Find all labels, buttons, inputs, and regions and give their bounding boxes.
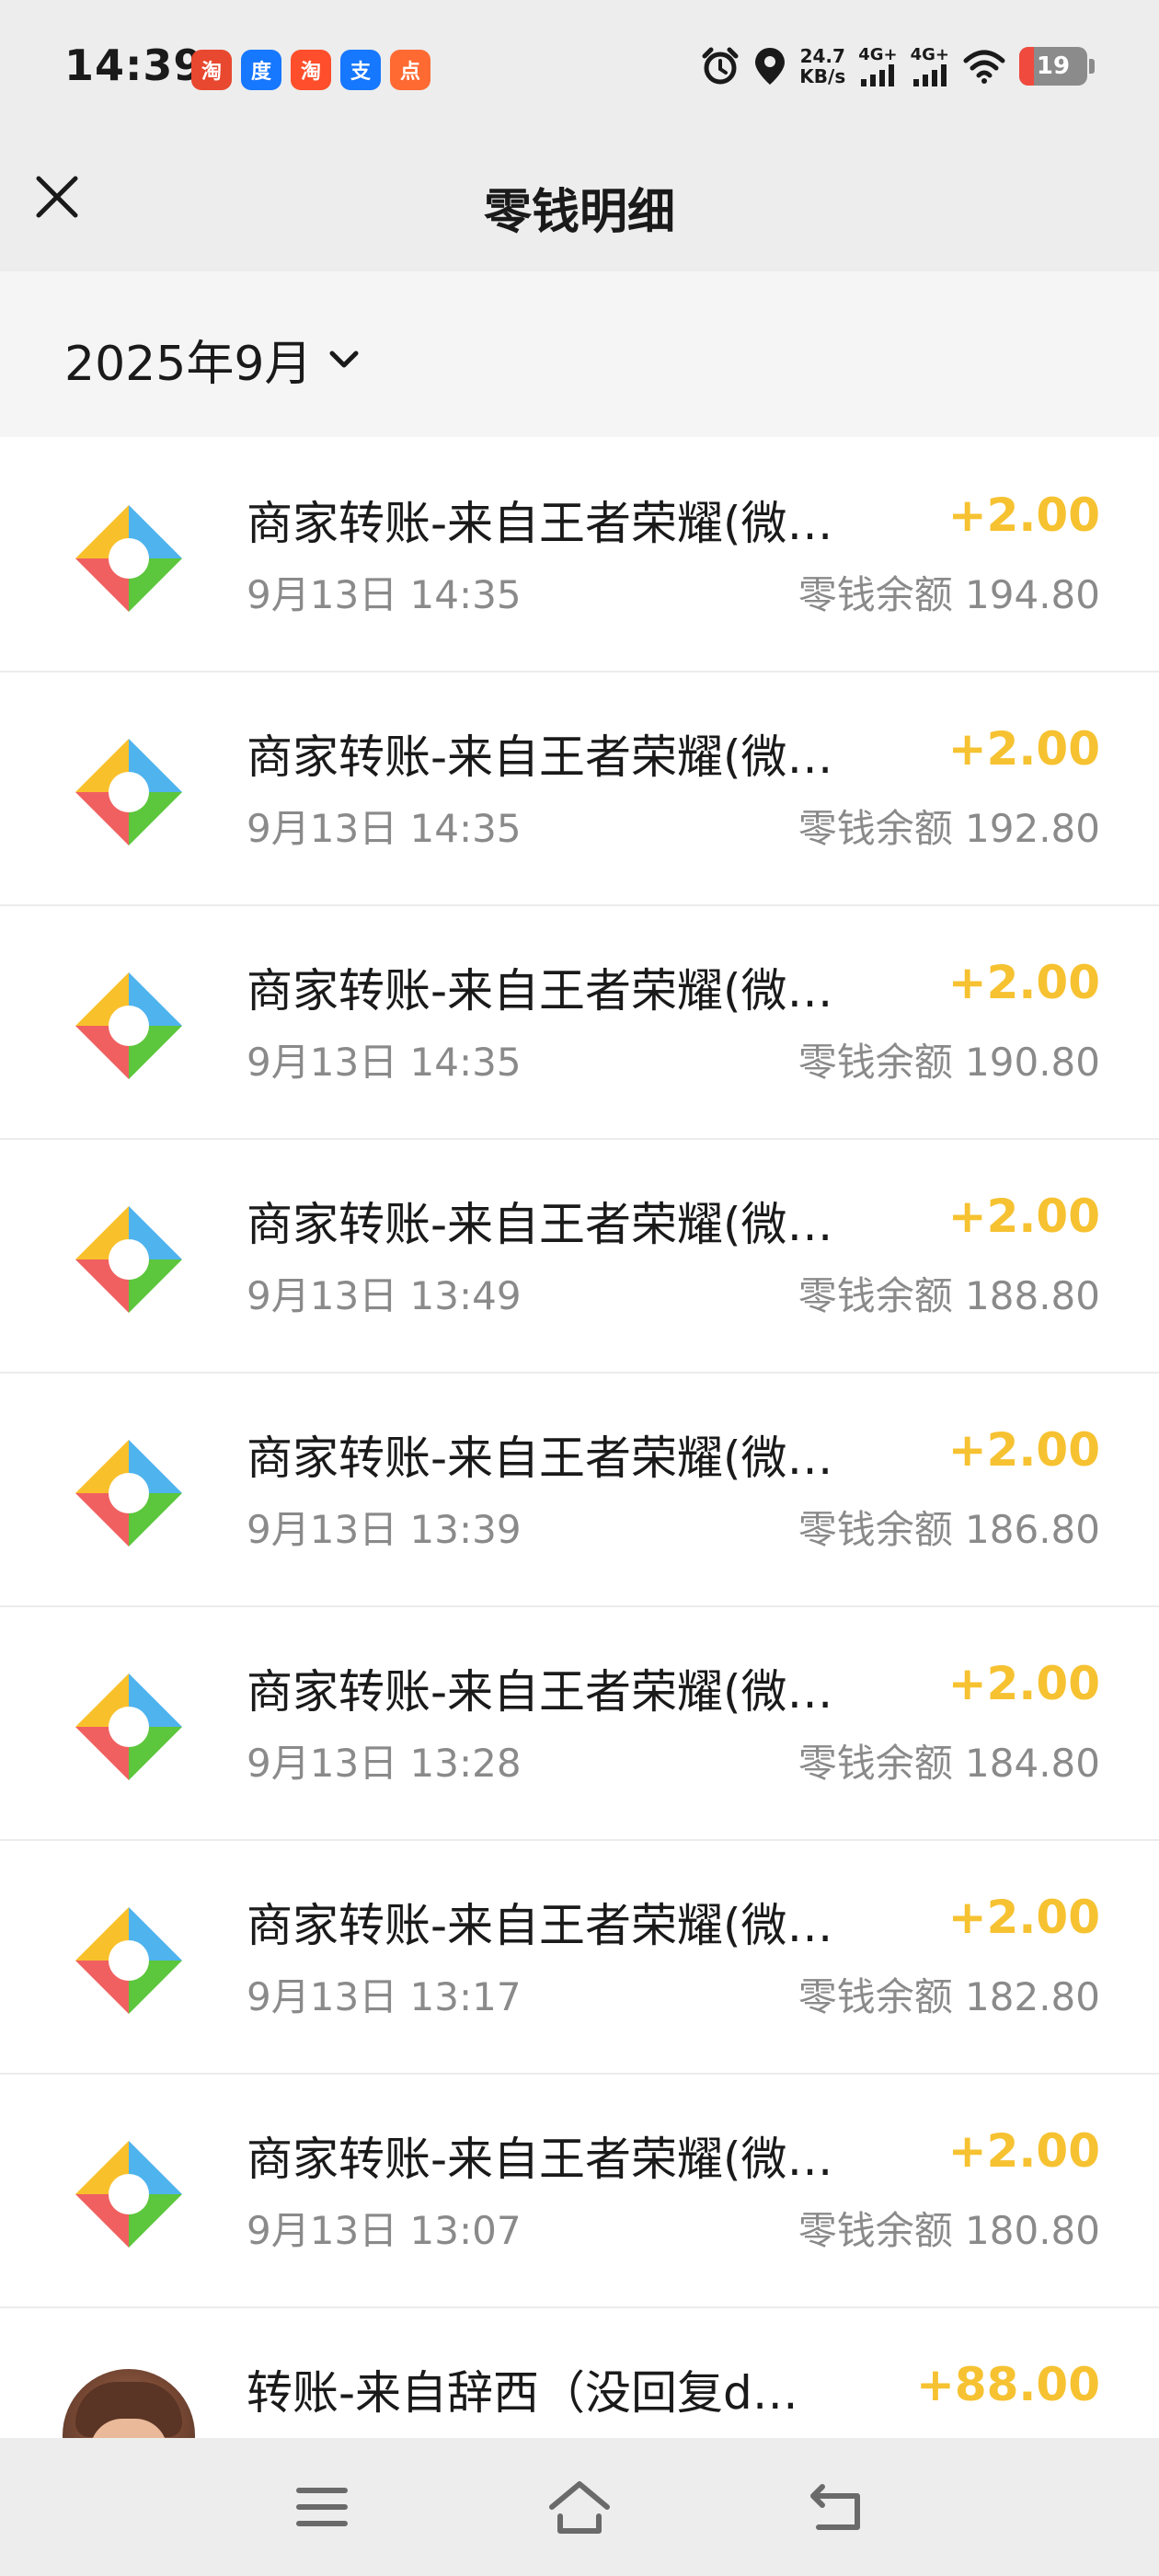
taobao-icon: 淘: [291, 50, 331, 90]
transaction-amount: +2.00: [947, 722, 1100, 776]
merchant-logo-icon: [75, 1206, 182, 1313]
transaction-row[interactable]: 商家转账-来自王者荣耀(微… 9月13日 14:35 +2.00 零钱余额 19…: [0, 437, 1159, 671]
merchant-logo-icon: [75, 739, 182, 845]
transaction-date: 9月13日 14:35: [247, 572, 522, 617]
transaction-title: 商家转账-来自王者荣耀(微…: [247, 1665, 833, 1719]
battery-tip: [1089, 59, 1095, 74]
transaction-balance: 零钱余额 194.80: [798, 572, 1100, 617]
merchant-logo-icon: [75, 505, 182, 612]
transaction-title: 商家转账-来自王者荣耀(微…: [247, 2133, 833, 2186]
transaction-row[interactable]: 商家转账-来自王者荣耀(微… 9月13日 13:17 +2.00 零钱余额 18…: [0, 1839, 1159, 2073]
alarm-icon: [702, 47, 739, 85]
transaction-title: 商家转账-来自王者荣耀(微…: [247, 1899, 833, 1952]
transaction-title: 转账-来自辞西（没回复d…: [247, 2366, 798, 2420]
transaction-balance: 零钱余额 186.80: [798, 1507, 1100, 1552]
back-icon: [810, 2484, 860, 2530]
transaction-list: 商家转账-来自王者荣耀(微… 9月13日 14:35 +2.00 零钱余额 19…: [0, 437, 1159, 2438]
transaction-balance: 零钱余额 180.80: [798, 2208, 1100, 2253]
system-nav-bar: [0, 2438, 1159, 2576]
alipay-icon: 支: [340, 50, 381, 90]
transaction-amount: +2.00: [947, 956, 1100, 1009]
home-button[interactable]: [543, 2475, 616, 2539]
merchant-logo-icon: [75, 1673, 182, 1780]
transaction-amount: +2.00: [947, 1190, 1100, 1243]
transaction-date: 9月13日 13:07: [247, 2208, 522, 2253]
menu-icon: [296, 2488, 348, 2526]
transaction-amount: +2.00: [947, 489, 1100, 542]
header: 零钱明细: [0, 138, 1159, 271]
month-selector[interactable]: 2025年9月: [64, 325, 360, 394]
dianping-icon: 点: [390, 50, 430, 90]
battery-level: 19: [1036, 52, 1071, 80]
avatar: [63, 2369, 195, 2438]
chevron-down-icon: [329, 351, 359, 367]
status-indicators: 24.7 KB/s 4G+ 4G+ 19: [700, 46, 1095, 86]
transaction-date: 9月13日 13:17: [247, 1974, 522, 2019]
transaction-title: 商家转账-来自王者荣耀(微…: [247, 1198, 833, 1251]
sim2-label: 4G+: [910, 45, 949, 64]
transaction-balance: 零钱余额 184.80: [798, 1741, 1100, 1786]
transaction-title: 商家转账-来自王者荣耀(微…: [247, 964, 833, 1018]
net-speed-unit: KB/s: [799, 65, 846, 87]
transaction-date: 9月13日 13:49: [247, 1273, 522, 1318]
merchant-logo-icon: [75, 2141, 182, 2248]
transaction-amount: +88.00: [915, 2358, 1100, 2411]
baidu-icon: 度: [241, 50, 281, 90]
wifi-icon: [963, 50, 1005, 84]
status-time: 14:39: [64, 40, 204, 90]
transaction-row[interactable]: 商家转账-来自王者荣耀(微… 9月13日 13:28 +2.00 零钱余额 18…: [0, 1605, 1159, 1839]
signal-icon: [861, 64, 895, 86]
taowaimai-icon: 淘: [191, 50, 232, 90]
transaction-row[interactable]: 商家转账-来自王者荣耀(微… 9月13日 14:35 +2.00 零钱余额 19…: [0, 671, 1159, 904]
transaction-row[interactable]: 转账-来自辞西（没回复d… +88.00: [0, 2306, 1159, 2438]
transaction-balance: 零钱余额 190.80: [798, 1040, 1100, 1085]
transaction-row[interactable]: 商家转账-来自王者荣耀(微… 9月13日 13:49 +2.00 零钱余额 18…: [0, 1138, 1159, 1372]
transaction-row[interactable]: 商家转账-来自王者荣耀(微… 9月13日 13:39 +2.00 零钱余额 18…: [0, 1372, 1159, 1605]
transaction-title: 商家转账-来自王者荣耀(微…: [247, 730, 833, 784]
transaction-date: 9月13日 14:35: [247, 1040, 522, 1085]
merchant-logo-icon: [75, 1907, 182, 2014]
status-bar: 14:39 淘 度 淘 支 点 24.7 KB/s 4G+ 4G+ 19: [0, 0, 1159, 138]
menu-button[interactable]: [285, 2475, 359, 2539]
merchant-logo-icon: [75, 1440, 182, 1547]
transaction-date: 9月13日 13:28: [247, 1741, 522, 1786]
merchant-logo-icon: [75, 972, 182, 1079]
transaction-date: 9月13日 13:39: [247, 1507, 522, 1552]
sim1-label: 4G+: [858, 45, 898, 64]
transaction-title: 商家转账-来自王者荣耀(微…: [247, 1432, 833, 1485]
transaction-row[interactable]: 商家转账-来自王者荣耀(微… 9月13日 13:07 +2.00 零钱余额 18…: [0, 2073, 1159, 2306]
transaction-amount: +2.00: [947, 2124, 1100, 2178]
location-icon: [755, 48, 786, 85]
back-button[interactable]: [800, 2475, 874, 2539]
net-speed: 24.7 KB/s: [799, 46, 845, 86]
transaction-title: 商家转账-来自王者荣耀(微…: [247, 497, 833, 550]
transaction-amount: +2.00: [947, 1657, 1100, 1710]
transaction-date: 9月13日 14:35: [247, 806, 522, 851]
transaction-balance: 零钱余额 182.80: [798, 1974, 1100, 2019]
status-app-icons: 淘 度 淘 支 点: [191, 50, 430, 90]
transaction-row[interactable]: 商家转账-来自王者荣耀(微… 9月13日 14:35 +2.00 零钱余额 19…: [0, 904, 1159, 1138]
battery-icon: 19: [1019, 47, 1087, 86]
transaction-balance: 零钱余额 192.80: [798, 806, 1100, 851]
month-label: 2025年9月: [64, 337, 313, 392]
page-title: 零钱明细: [483, 185, 675, 240]
signal-icon: [912, 64, 947, 86]
net-speed-value: 24.7: [799, 45, 845, 67]
transaction-amount: +2.00: [947, 1891, 1100, 1944]
month-filter-bar: 2025年9月: [0, 271, 1159, 437]
transaction-amount: +2.00: [947, 1423, 1100, 1477]
sim1-signal: 4G+: [858, 45, 898, 86]
sim2-signal: 4G+: [911, 46, 949, 86]
transaction-balance: 零钱余额 188.80: [798, 1273, 1100, 1318]
home-icon: [549, 2481, 610, 2534]
